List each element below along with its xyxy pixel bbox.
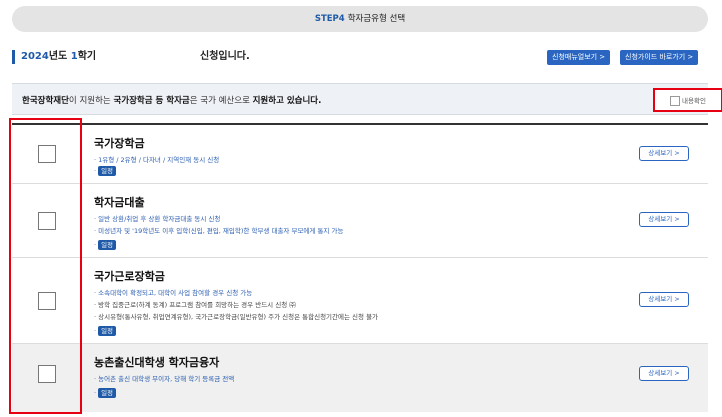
schedule-badge[interactable]: 일정	[98, 326, 117, 336]
confirm-highlight: 내용확인	[653, 88, 722, 112]
term-year: 2024	[21, 51, 49, 62]
notice-org: 한국장학재단	[22, 96, 69, 106]
schedule-badge[interactable]: 일정	[98, 388, 117, 398]
item-description: · 방학 집중근로(하계 동계) 프로그램 참여를 희망하는 경우 반드시 신청…	[94, 301, 296, 309]
step-bar: STEP4 학자금유형 선택	[12, 6, 708, 32]
schedule-badge[interactable]: 일정	[98, 240, 117, 250]
item-title: 농촌출신대학생 학자금융자	[94, 356, 220, 369]
schedule-badge[interactable]: 일정	[98, 166, 117, 176]
schedule-row: · 일정	[94, 326, 117, 336]
item-description: · 소속대학이 확정되고, 대학이 사업 참여할 경우 신청 가능	[94, 289, 253, 297]
list-item-rural-loan: 농촌출신대학생 학자금융자 · 농어촌 출신 대학생 무이자, 당해 학기 등록…	[12, 344, 708, 412]
detail-button[interactable]: 상세보기 >	[639, 146, 689, 161]
item-title: 국가장학금	[94, 137, 145, 150]
notice-text: 한국장학재단이 지원하는 국가장학금 등 학자금은 국가 예산으로 지원하고 있…	[22, 94, 321, 106]
schedule-row: · 일정	[94, 166, 117, 176]
list-item-work-scholarship: 국가근로장학금 · 소속대학이 확정되고, 대학이 사업 참여할 경우 신청 가…	[12, 258, 708, 344]
detail-button[interactable]: 상세보기 >	[639, 292, 689, 307]
term-semester-suffix: 학기	[77, 51, 97, 62]
checkbox-column-highlight	[9, 118, 82, 414]
item-title: 국가근로장학금	[94, 270, 165, 283]
item-description: · 일반 상환/취업 후 상환 학자금대출 동시 신청	[94, 215, 221, 223]
term-semester: 1	[70, 51, 78, 62]
apply-status-text: 신청입니다.	[200, 51, 250, 62]
schedule-row: · 일정	[94, 240, 117, 250]
notice-part5: 지원하고 있습니다.	[252, 96, 322, 106]
notice-part2: 이 지원하는	[68, 96, 114, 106]
notice-banner: 한국장학재단이 지원하는 국가장학금 등 학자금은 국가 예산으로 지원하고 있…	[12, 83, 722, 115]
item-description: · 1유형 / 2유형 / 다자녀 / 지역인재 동시 신청	[94, 156, 220, 164]
list-item-national-scholarship: 국가장학금 · 1유형 / 2유형 / 다자녀 / 지역인재 동시 신청 · 일정…	[12, 125, 708, 184]
bullet: ·	[94, 167, 97, 175]
item-title: 학자금대출	[94, 196, 145, 209]
detail-button[interactable]: 상세보기 >	[639, 212, 689, 227]
step-title: 학자금유형 선택	[347, 14, 406, 24]
term-year-suffix: 년도	[48, 51, 71, 62]
bullet: ·	[94, 389, 97, 397]
step-number: STEP4	[314, 14, 345, 24]
bullet: ·	[94, 327, 97, 335]
term-heading: 2024년도 1학기	[12, 50, 96, 64]
notice-subject: 국가장학금 등 학자금	[113, 96, 190, 106]
guide-button[interactable]: 신청가이드 바로가기 >	[620, 50, 699, 65]
bullet: ·	[94, 241, 97, 249]
detail-button[interactable]: 상세보기 >	[639, 366, 689, 381]
confirm-checkbox[interactable]	[670, 96, 680, 106]
item-description: · 농어촌 출신 대학생 무이자, 당해 학기 등록금 전액	[94, 375, 235, 383]
schedule-row: · 일정	[94, 388, 117, 398]
confirm-label: 내용확인	[682, 97, 706, 105]
notice-part4: 은 국가 예산으로	[189, 96, 253, 106]
item-description: · 상시유형(통사유형, 취업연계유형), 국가근로장학금(일반유형) 주가 신…	[94, 313, 379, 321]
list-item-student-loan: 학자금대출 · 일반 상환/취업 후 상환 학자금대출 동시 신청 · 미성년자…	[12, 184, 708, 258]
manual-button[interactable]: 신청매뉴얼보기 >	[547, 50, 611, 65]
item-description: · 미성년자 및 '19학년도 이후 입학(신입, 편입, 재입학)한 학부생 …	[94, 227, 344, 235]
